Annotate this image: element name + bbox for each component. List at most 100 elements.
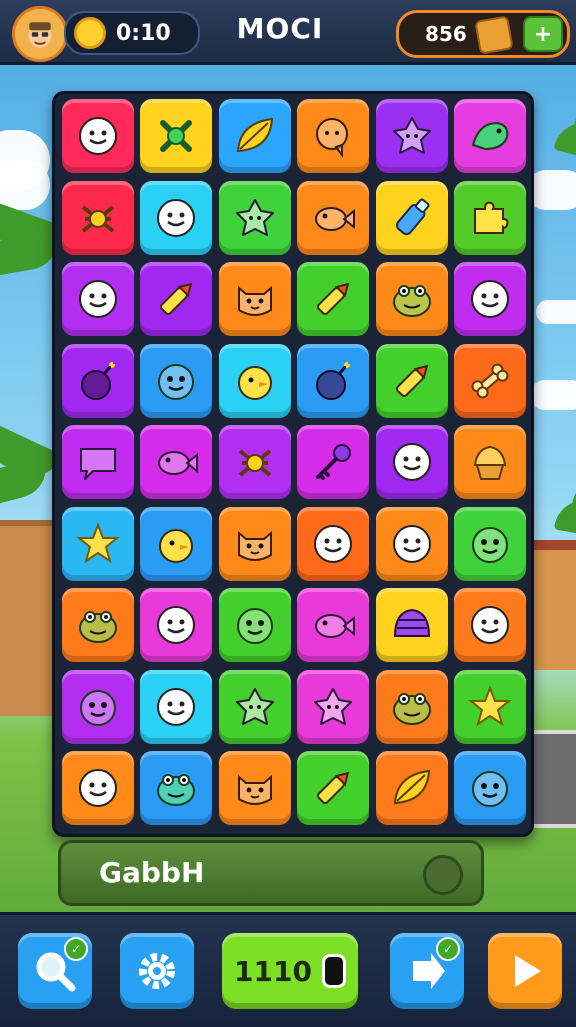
tile[interactable] [218,180,291,255]
chick-icon [237,365,272,400]
tile[interactable] [218,262,291,336]
tile[interactable] [140,425,213,499]
chick-icon [159,528,194,563]
smiley-face-icon [79,117,117,155]
star-blob-icon [235,687,274,725]
tile[interactable] [140,751,213,825]
tile[interactable] [140,506,213,581]
smiley-face-icon [314,524,353,563]
smiley-face-icon [392,524,431,563]
tile[interactable] [375,588,448,662]
fish-icon [315,206,356,231]
tile[interactable] [62,751,134,825]
tile[interactable] [454,425,526,499]
tile[interactable] [375,751,448,825]
search-button[interactable]: ✓ [18,933,92,1009]
tile[interactable] [454,99,526,173]
add-button[interactable]: + [523,16,563,52]
game-board [52,91,534,837]
coin-counter: 0:10 [64,11,200,55]
frog-icon [79,611,117,643]
smiley-face-icon [79,280,117,318]
tile[interactable] [297,506,370,581]
speech-bubble-icon [80,448,116,480]
tile[interactable] [297,669,370,744]
timer-value: 1110 [234,954,312,988]
tile[interactable] [62,506,134,581]
tile[interactable] [454,588,526,662]
fish-icon [315,614,356,638]
tile[interactable] [62,669,134,744]
tile[interactable] [62,588,134,662]
tile[interactable] [62,262,134,336]
tile[interactable] [218,425,291,499]
tile[interactable] [140,588,213,662]
tile[interactable] [218,669,291,744]
tile[interactable] [218,751,291,825]
search-badge: ✓ [64,937,88,961]
tile[interactable] [140,180,213,255]
smiley-face-icon [471,606,509,644]
tile[interactable] [218,343,291,418]
tile[interactable] [218,506,291,581]
crayon-icon [160,282,193,316]
tile[interactable] [297,99,370,173]
pause-icon[interactable] [321,954,346,988]
settings-button[interactable] [120,933,194,1009]
tile[interactable] [297,262,370,336]
tile[interactable] [375,262,448,336]
tile[interactable] [375,180,448,255]
tile[interactable] [375,425,448,499]
tile[interactable] [62,180,134,255]
tile[interactable] [218,99,291,173]
footer-toolbar: ✓ 1110 ✓ [0,912,576,1027]
smiley-face-icon [157,606,196,644]
next-button[interactable]: ✓ [390,933,464,1009]
star-icon [468,684,512,726]
leaf-icon [393,769,430,805]
smiley-face-icon [157,198,196,237]
tile[interactable] [62,343,134,418]
star-blob-icon [392,117,431,154]
tile[interactable] [218,588,291,662]
tile[interactable] [297,425,370,499]
tile[interactable] [140,99,213,173]
next-badge: ✓ [436,937,460,961]
tile[interactable] [297,751,370,825]
fish-icon [158,451,199,475]
tile[interactable] [375,669,448,744]
smiley-face-icon [79,769,117,807]
tile[interactable] [62,425,134,499]
chat-bubble-icon [316,118,349,158]
leaf-icon [236,117,273,153]
tile[interactable] [375,506,448,581]
play-icon [515,955,541,987]
tile[interactable] [140,343,213,418]
tile[interactable] [297,180,370,255]
tile[interactable] [375,99,448,173]
tile[interactable] [454,669,526,744]
frog-icon [157,774,196,806]
player-avatar-icon[interactable] [12,6,68,62]
tile[interactable] [140,669,213,744]
cupcake-icon [473,445,507,480]
smiley-face-icon [157,687,196,726]
tile[interactable] [454,506,526,581]
tile[interactable] [62,99,134,173]
tile[interactable] [297,343,370,418]
crayon-icon [317,282,350,316]
tile[interactable] [454,180,526,255]
tile[interactable] [140,262,213,336]
tile[interactable] [454,262,526,336]
tile[interactable] [454,343,526,418]
tile[interactable] [297,588,370,662]
key-icon [316,444,352,480]
play-button[interactable] [488,933,562,1009]
monster-face-icon [472,771,508,807]
treasure-chest-icon [474,15,514,55]
dragon-icon [471,121,509,151]
frog-icon [392,692,431,725]
tile[interactable] [375,343,448,418]
tile[interactable] [454,751,526,825]
hint-toggle[interactable] [423,855,463,895]
